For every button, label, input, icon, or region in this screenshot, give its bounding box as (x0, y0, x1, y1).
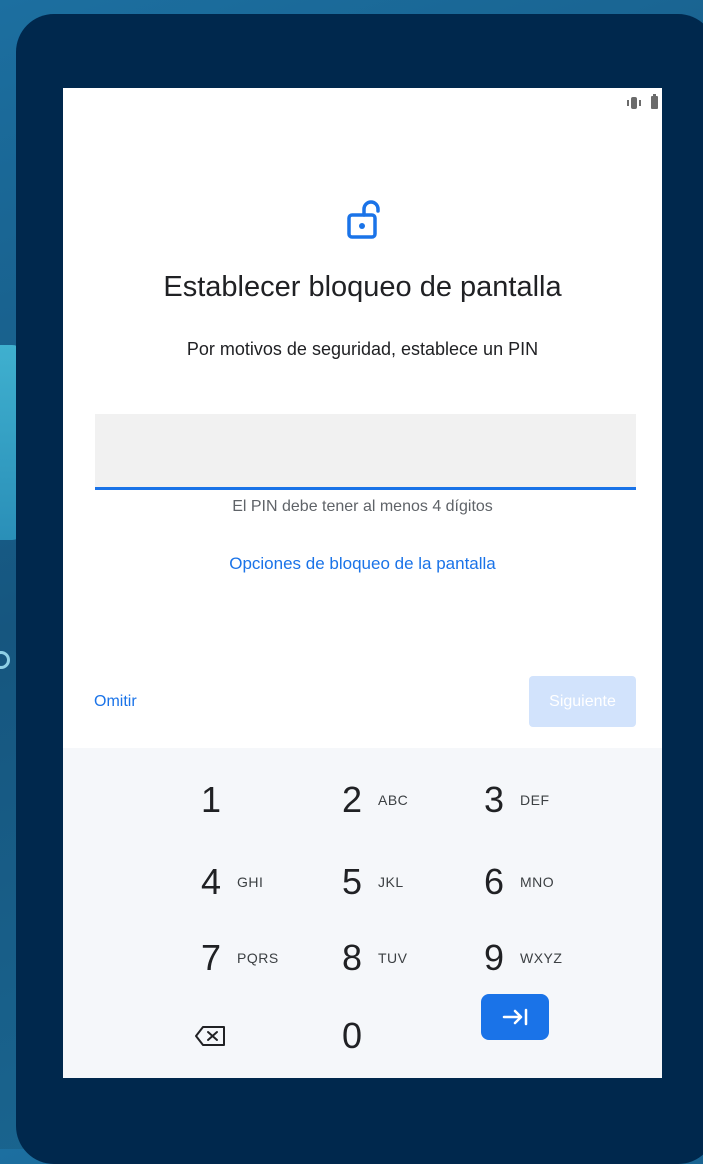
key-6[interactable]: 6 MNO (476, 852, 596, 912)
page-title: Establecer bloqueo de pantalla (163, 271, 562, 303)
page-subtitle: Por motivos de seguridad, establece un P… (186, 339, 539, 359)
key-letters: ABC (378, 792, 409, 808)
next-button[interactable]: Siguiente (529, 676, 636, 727)
key-digit: 5 (341, 861, 363, 902)
setup-screen: Establecer bloqueo de pantalla Por motiv… (63, 88, 662, 1078)
key-letters: GHI (237, 874, 264, 890)
key-digit: 6 (483, 861, 505, 902)
key-letters: PQRS (237, 950, 279, 966)
skip-button[interactable]: Omitir (94, 693, 137, 711)
key-digit: 2 (341, 779, 363, 820)
status-bar (627, 94, 658, 109)
numeric-keypad: 1 2 ABC 3 DEF 4 GHI 5 JKL 6 MNO 7 PQRS 8 (63, 748, 662, 1078)
key-digit: 7 (200, 937, 222, 978)
key-1[interactable]: 1 (193, 770, 313, 830)
key-digit: 0 (341, 1015, 363, 1056)
key-letters: MNO (520, 874, 555, 890)
backspace-key[interactable] (193, 1006, 313, 1066)
battery-icon (651, 94, 658, 109)
background-dot (0, 651, 10, 669)
key-digit: 3 (483, 779, 505, 820)
backspace-icon (195, 1026, 225, 1046)
key-digit: 4 (200, 861, 222, 902)
key-letters: TUV (378, 950, 408, 966)
key-9[interactable]: 9 WXYZ (476, 928, 596, 988)
lock-open-icon (347, 200, 380, 239)
key-3[interactable]: 3 DEF (476, 770, 596, 830)
key-letters: JKL (378, 874, 404, 890)
tab-arrow-icon (502, 1008, 528, 1026)
key-4[interactable]: 4 GHI (193, 852, 313, 912)
pin-helper-text: El PIN debe tener al menos 4 dígitos (232, 498, 493, 515)
enter-key[interactable] (481, 994, 549, 1040)
screen-lock-options-link[interactable]: Opciones de bloqueo de la pantalla (63, 554, 662, 574)
key-digit: 9 (483, 937, 505, 978)
key-7[interactable]: 7 PQRS (193, 928, 313, 988)
key-letters: DEF (520, 792, 550, 808)
key-digit: 1 (200, 779, 222, 820)
key-letters: WXYZ (520, 950, 563, 966)
vibrate-icon (627, 96, 641, 109)
key-5[interactable]: 5 JKL (334, 852, 454, 912)
key-0[interactable]: 0 (334, 1006, 454, 1066)
key-8[interactable]: 8 TUV (334, 928, 454, 988)
pin-input[interactable] (95, 414, 636, 490)
key-digit: 8 (341, 937, 363, 978)
key-2[interactable]: 2 ABC (334, 770, 454, 830)
